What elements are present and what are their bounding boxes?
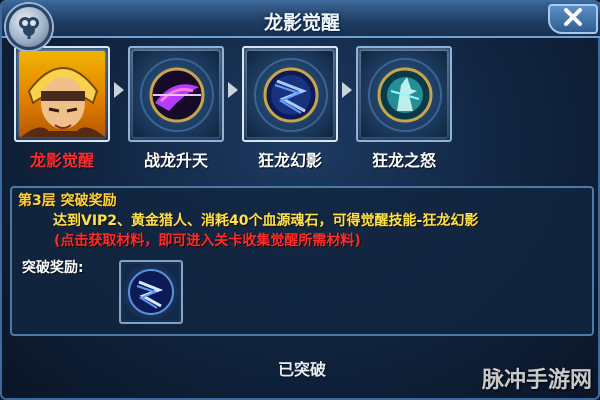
chevron-right-icon xyxy=(228,82,238,98)
stage-mad-dragon-fury[interactable]: 狂龙之怒 xyxy=(354,46,454,171)
stage-dragon-shadow-awakening[interactable]: 龙影觉醒 xyxy=(12,46,112,171)
stage-card[interactable] xyxy=(14,46,110,142)
blue-lightning-skill-icon xyxy=(123,264,179,320)
awakening-stages: 龙影觉醒 战龙升天 狂龙幻影 狂龙之怒 xyxy=(2,42,600,177)
stage-mad-dragon-phantom[interactable]: 狂龙幻影 xyxy=(240,46,340,171)
close-button[interactable] xyxy=(548,4,598,34)
stage-card[interactable] xyxy=(356,46,452,142)
blue-lightning-orb-icon xyxy=(247,51,333,137)
stage-card[interactable] xyxy=(242,46,338,142)
stage-war-dragon-ascend[interactable]: 战龙升天 xyxy=(126,46,226,171)
chevron-right-icon xyxy=(342,82,352,98)
reward-label: 突破奖励: xyxy=(22,260,84,276)
hero-portrait-icon xyxy=(19,51,105,137)
reward-item-slot[interactable] xyxy=(119,260,183,324)
cyan-spirit-orb-icon xyxy=(361,51,447,137)
stage-label: 狂龙幻影 xyxy=(257,151,322,170)
layer-title: 第3层 突破奖励 xyxy=(18,193,117,209)
stage-label: 战龙升天 xyxy=(143,151,208,170)
get-materials-link[interactable]: (点击获取材料，即可进入关卡收集觉醒所需材料) xyxy=(54,230,361,250)
breakthrough-status: 已突破 xyxy=(277,360,326,379)
purple-dragon-orb-icon xyxy=(133,51,219,137)
window-title: 龙影觉醒 xyxy=(263,12,340,34)
site-watermark: 脉冲手游网 xyxy=(481,368,592,393)
stage-card[interactable] xyxy=(128,46,224,142)
requirement-text: 达到VIP2、黄金猎人、消耗40个血源魂石，可得觉醒技能-狂龙幻影 xyxy=(53,213,479,229)
stage-label: 狂龙之怒 xyxy=(371,151,436,170)
clover-logo-icon xyxy=(6,4,52,50)
stage-label: 龙影觉醒 xyxy=(29,151,94,170)
chevron-right-icon xyxy=(114,82,124,98)
awakening-window: 龙影觉醒 龙影觉醒 战龙升天 狂龙幻影 狂龙之怒 第3层 突破奖励 达到VIP2… xyxy=(0,0,600,400)
close-icon xyxy=(562,6,584,32)
breakthrough-reward-panel: 第3层 突破奖励 达到VIP2、黄金猎人、消耗40个血源魂石，可得觉醒技能-狂龙… xyxy=(10,186,594,336)
title-bar: 龙影觉醒 xyxy=(2,2,600,38)
